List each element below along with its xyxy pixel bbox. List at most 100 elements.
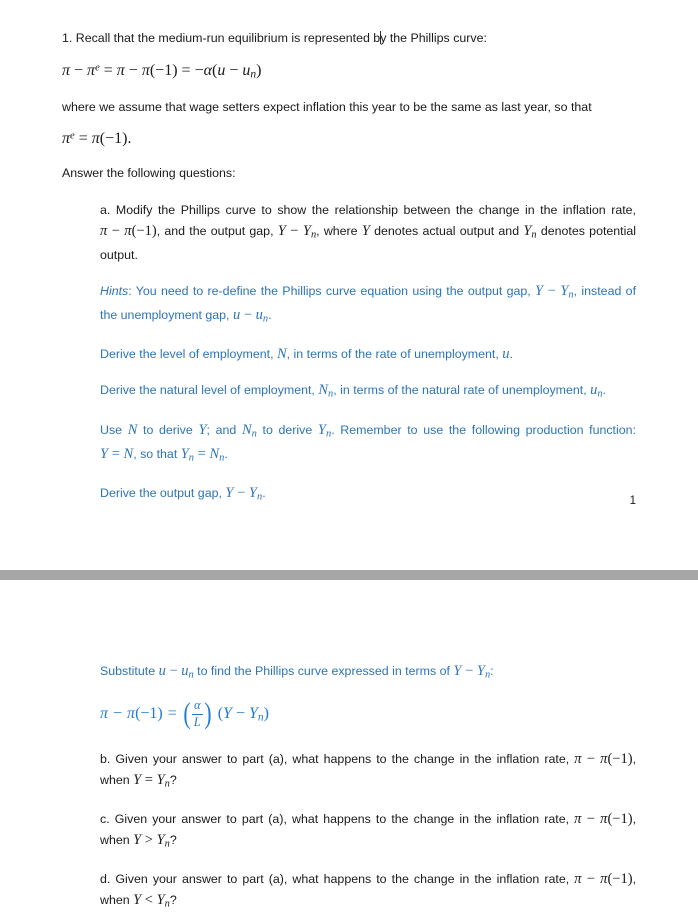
hint-3-text-2: , in terms of the natural rate of unempl… <box>333 383 591 398</box>
hint-derive-natural-employment: Derive the natural level of employment, … <box>100 380 636 404</box>
eq1-pi: π <box>62 62 71 79</box>
eq1-minus-3: − <box>229 62 239 79</box>
hint-5-math-output-gap: Y − Yn <box>225 485 263 503</box>
hint-redefine-phillips: Hints: You need to re-define the Phillip… <box>100 281 636 330</box>
eq3-fraction-group: ( α L ) <box>182 699 213 729</box>
eq1-neg-one: −1 <box>155 62 173 79</box>
hint-1-math-output-gap: Y − Yn <box>535 282 574 301</box>
eq1-equals-1: = <box>103 62 113 79</box>
eq3-Yn: Y <box>248 704 258 722</box>
eq2-pi-lag: π <box>91 129 100 147</box>
hint-1-text-1: : You need to re-define the Phillips cur… <box>128 283 536 298</box>
hint-3-math-Nn: Nn <box>318 382 334 400</box>
hint-3-text-1: Derive the natural level of employment, <box>100 383 319 398</box>
hint-4-math-Y: Y <box>198 421 207 438</box>
equation-phillips-curve: π − πe = π − π(−1) = −α(u − un) <box>62 62 636 81</box>
part-d-math-condition: Y < Yn <box>133 892 170 910</box>
hint-4-math-Nn: Nn <box>241 421 257 439</box>
hint-4-text-3: ; and <box>206 422 242 437</box>
document-page-2: Substitute u − un to find the Phillips c… <box>0 661 698 915</box>
eq3-fraction-denominator: L <box>193 714 201 729</box>
part-c-math-inflation-change: π − π(−1) <box>574 811 633 827</box>
hint-2-math-N: N <box>277 346 287 363</box>
hint-4-text-4: to derive <box>256 422 318 437</box>
part-c-text-3: ? <box>169 833 177 847</box>
hint-sub-text-1: Substitute <box>100 664 159 678</box>
hint-sub-math-unemployment-gap: u − un <box>158 663 194 681</box>
hint-4-math-N: N <box>127 421 138 438</box>
eq1-pi-3: π <box>141 62 150 79</box>
part-b-math-condition: Y = Yn <box>133 771 170 789</box>
hint-4-text-6: , so that <box>133 446 181 461</box>
hint-1-math-unemployment-gap: u − un <box>232 307 269 325</box>
part-b-text-1: b. Given your answer to part (a), what h… <box>100 751 575 766</box>
question-1-intro-text-after-caret: y the Phillips curve: <box>380 31 487 45</box>
question-part-c: c. Given your answer to part (a), what h… <box>100 809 636 854</box>
part-a-text-2: , and the output gap, <box>156 223 278 238</box>
eq2-period: . <box>127 129 132 147</box>
part-b-text-3: ? <box>169 772 177 787</box>
page-number-1: 1 <box>629 495 636 507</box>
eq1-superscript-e: e <box>95 62 100 74</box>
assumption-paragraph: where we assume that wage setters expect… <box>62 99 592 114</box>
question-part-b: b. Given your answer to part (a), what h… <box>100 749 636 794</box>
page-gap-top <box>0 542 698 570</box>
part-a-text-3: , where <box>316 223 362 238</box>
hint-2-text-2: , in terms of the rate of unemployment, <box>286 347 503 362</box>
document-viewer: { "document": { "colors": { "body_text":… <box>0 0 698 915</box>
eq3-paren-close: ) <box>157 705 163 722</box>
eq1-paren-close-2: ) <box>256 62 262 79</box>
eq2-pi: π <box>62 129 71 147</box>
part-c-text-1: c. Given your answer to part (a), what h… <box>100 812 575 826</box>
eq1-alpha: α <box>203 62 212 79</box>
hint-5-text-2: . <box>262 486 266 501</box>
part-b-math-inflation-change: π − π(−1) <box>574 750 633 767</box>
answer-prompt: Answer the following questions: <box>62 165 236 180</box>
part-a-math-inflation-change: π − π(−1) <box>100 222 157 239</box>
eq3-neg-one: −1 <box>140 705 158 722</box>
hint-5-text-1: Derive the output gap, <box>100 486 226 501</box>
eq1-negative-sign: − <box>194 62 204 79</box>
eq1-equals-2: = <box>181 62 191 79</box>
hint-4-text-1: Use <box>100 422 128 437</box>
part-d-text-1: d. Given your answer to part (a), what h… <box>100 872 575 887</box>
eq3-Y: Y <box>223 704 232 722</box>
part-a-math-output-gap: Y − Yn <box>277 222 317 240</box>
eq3-fraction-alpha-over-L: α L <box>191 699 203 729</box>
hint-4-math-Yn-equals-Nn: Yn = Nn <box>180 445 225 464</box>
hint-substitute: Substitute u − un to find the Phillips c… <box>100 661 636 685</box>
question-part-d: d. Given your answer to part (a), what h… <box>100 869 636 914</box>
eq1-u: u <box>217 62 226 79</box>
part-a-text-1: a. Modify the Phillips curve to show the… <box>100 202 636 217</box>
part-d-math-inflation-change: π − π(−1) <box>574 871 633 888</box>
hint-sub-math-output-gap: Y − Yn <box>453 663 491 681</box>
part-c-math-condition: Y > Yn <box>133 832 170 850</box>
hint-sub-text-2: to find the Phillips curve expressed in … <box>193 664 454 678</box>
hint-3-math-un: un <box>590 382 603 400</box>
hint-sub-text-3: : <box>490 664 494 678</box>
question-part-a: a. Modify the Phillips curve to show the… <box>100 200 636 266</box>
eq1-pi-expected: π <box>87 62 96 79</box>
eq3-minus-2: − <box>235 704 245 722</box>
eq3-equals: = <box>167 705 177 722</box>
eq3-pi: π <box>100 705 109 722</box>
hint-4-math-production-function: Y = N <box>100 445 134 462</box>
hint-3-text-3: . <box>602 383 607 398</box>
hint-2-text-3: . <box>509 347 513 362</box>
document-page-1: 1. Recall that the medium-run equilibriu… <box>0 0 698 542</box>
question-1-intro-text-before-caret: 1. Recall that the medium-run equilibriu… <box>62 31 381 45</box>
part-a-math-Y: Y <box>361 222 370 239</box>
part-a-text-4: denotes actual output and <box>369 223 524 238</box>
eq3-group-paren-close: ) <box>263 704 269 722</box>
page-gap-bottom <box>0 580 698 661</box>
eq3-pi-lag: π <box>127 705 136 722</box>
eq1-minus: − <box>74 62 84 79</box>
equation-expected-inflation: πe = π(−1). <box>62 130 636 148</box>
eq1-pi-2: π <box>116 62 125 79</box>
hint-derive-output-gap: Derive the output gap, Y − Yn. <box>100 483 636 507</box>
part-d-text-3: ? <box>169 893 177 908</box>
hints-label: Hints <box>100 283 129 298</box>
eq2-equals: = <box>78 129 88 147</box>
eq2-superscript-e: e <box>70 130 75 142</box>
hint-4-text-5: . Remember to use the following producti… <box>331 422 636 437</box>
